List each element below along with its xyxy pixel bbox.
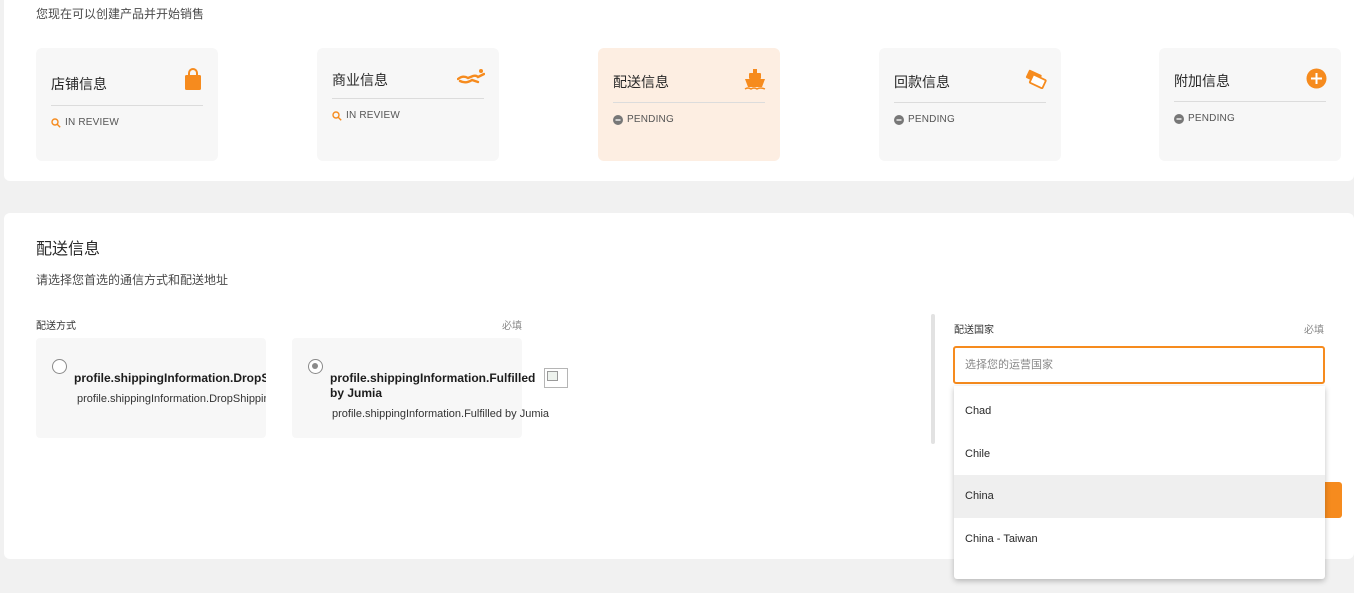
shipping-option-fulfilled-by-jumia[interactable]: profile.shippingInformation.Fulfilled by…	[292, 338, 549, 438]
pending-icon	[613, 114, 623, 125]
country-option[interactable]: China - Taiwan	[954, 518, 1325, 561]
step-title: 附加信息	[1174, 73, 1230, 89]
step-title: 商业信息	[332, 72, 388, 88]
plus-circle-icon	[1305, 67, 1327, 89]
option-subtitle: profile.shippingInformation.DropShipping	[77, 393, 266, 405]
pending-icon	[894, 114, 904, 125]
required-label: 必填	[1304, 325, 1324, 336]
step-status: IN REVIEW	[51, 117, 119, 128]
step-divider	[1174, 101, 1326, 102]
search-icon	[332, 110, 342, 121]
step-title: 配送信息	[613, 74, 669, 90]
section-description: 请选择您首选的通信方式和配送地址	[36, 273, 229, 287]
money-icon	[1025, 68, 1047, 90]
country-dropdown[interactable]: Chad Chile China China - Taiwan	[954, 386, 1325, 579]
step-card-business-info[interactable]: 商业信息 IN REVIEW	[317, 48, 499, 161]
shipping-option-dropshipping[interactable]: profile.shippingInformation.DropShipping…	[36, 338, 266, 438]
ship-icon	[744, 68, 766, 90]
step-status: PENDING	[613, 114, 674, 125]
option-title: profile.shippingInformation.DropShipping	[74, 371, 266, 385]
status-text: PENDING	[908, 114, 955, 125]
step-status: PENDING	[894, 114, 955, 125]
option-subtitle: profile.shippingInformation.Fulfilled by…	[332, 408, 550, 420]
step-divider	[894, 102, 1046, 103]
fulfilled-radio[interactable]	[308, 359, 323, 374]
required-label: 必填	[502, 321, 522, 332]
country-option[interactable]: Chile	[954, 433, 1325, 476]
option-title-line2: by Jumia	[330, 386, 383, 400]
country-option[interactable]: Chad	[954, 390, 1325, 433]
shipping-method-label: 配送方式	[36, 321, 76, 332]
pending-icon	[1174, 113, 1184, 124]
step-status: IN REVIEW	[332, 110, 400, 121]
country-option-partial[interactable]	[954, 560, 1325, 579]
country-search-input[interactable]	[953, 346, 1325, 384]
step-divider	[613, 102, 765, 103]
country-option-highlighted[interactable]: China	[954, 475, 1325, 518]
step-divider	[51, 105, 203, 106]
dropshipping-radio[interactable]	[52, 359, 67, 374]
handshake-icon	[457, 66, 485, 88]
step-divider	[332, 98, 484, 99]
status-text: PENDING	[1188, 113, 1235, 124]
status-text: PENDING	[627, 114, 674, 125]
step-card-shipping-info[interactable]: 配送信息 PENDING	[598, 48, 780, 161]
step-status: PENDING	[1174, 113, 1235, 124]
shopping-bag-icon	[182, 68, 204, 90]
shipping-country-label: 配送国家	[954, 325, 994, 336]
step-title: 回款信息	[894, 74, 950, 90]
step-card-payout-info[interactable]: 回款信息 PENDING	[879, 48, 1061, 161]
option-title-line1: profile.shippingInformation.Fulfilled	[330, 371, 536, 385]
status-text: IN REVIEW	[346, 110, 401, 121]
step-title: 店铺信息	[51, 76, 107, 92]
section-title: 配送信息	[36, 241, 101, 258]
page-subtitle: 您现在可以创建产品并开始销售	[36, 7, 205, 21]
column-divider	[931, 314, 935, 444]
broken-image-icon	[544, 368, 568, 388]
step-card-store-info[interactable]: 店铺信息 IN REVIEW	[36, 48, 218, 161]
status-text: IN REVIEW	[65, 117, 120, 128]
search-icon	[51, 117, 61, 128]
step-card-additional-info[interactable]: 附加信息 PENDING	[1159, 48, 1341, 161]
